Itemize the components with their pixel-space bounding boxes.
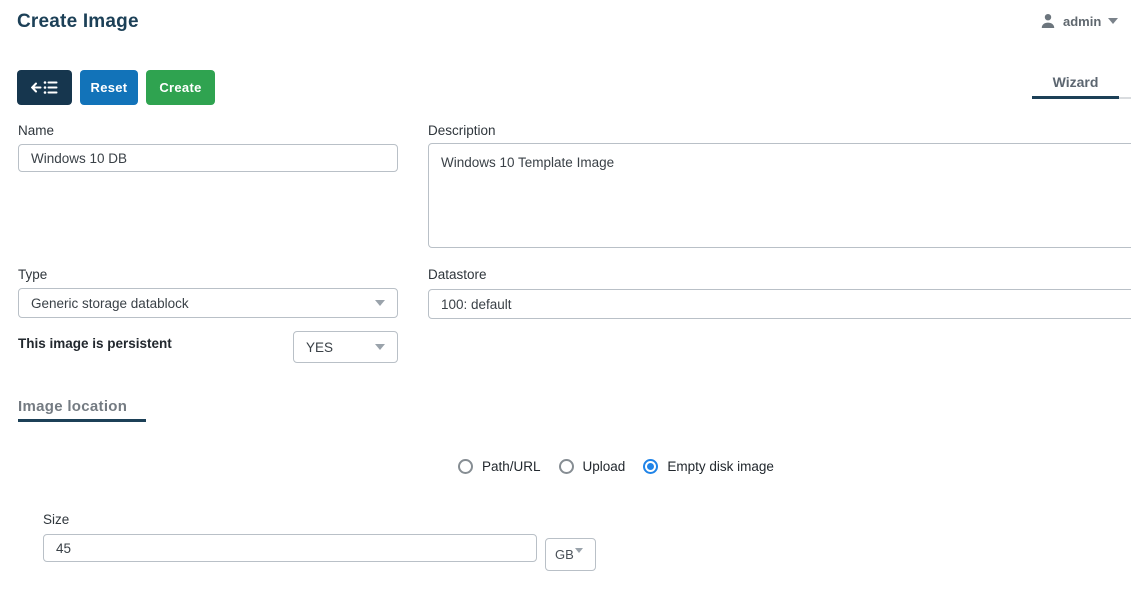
image-location-underline: [18, 419, 146, 422]
description-label: Description: [428, 123, 496, 138]
user-menu[interactable]: admin: [1040, 13, 1119, 29]
create-button[interactable]: Create: [146, 70, 215, 105]
size-unit-caret-icon: [574, 548, 583, 553]
user-icon: [1040, 13, 1056, 29]
radio-upload[interactable]: Upload: [558, 459, 626, 474]
size-input[interactable]: [43, 534, 537, 562]
type-select[interactable]: Generic storage datablock: [18, 288, 398, 318]
persistent-label: This image is persistent: [18, 336, 172, 351]
description-textarea[interactable]: Windows 10 Template Image: [428, 143, 1131, 248]
create-image-page: Create Image admin Reset Create Wizard N…: [0, 0, 1131, 589]
image-location-title: Image location: [18, 398, 128, 415]
user-name: admin: [1063, 13, 1102, 29]
size-unit-value: GB: [555, 547, 574, 562]
back-to-list-icon: [31, 80, 58, 95]
page-title: Create Image: [17, 11, 139, 32]
datastore-label: Datastore: [428, 267, 487, 282]
radio-path-url-label: Path/URL: [482, 459, 541, 474]
image-location-radio-group: Path/URL Upload Empty disk image: [458, 459, 774, 474]
type-select-value: Generic storage datablock: [31, 295, 189, 311]
persistent-select[interactable]: YES: [293, 331, 398, 363]
radio-upload-icon[interactable]: [558, 459, 574, 474]
datastore-select-value: 100: default: [441, 296, 512, 312]
radio-path-url[interactable]: Path/URL: [458, 459, 541, 474]
radio-upload-label: Upload: [582, 459, 626, 474]
persistent-select-value: YES: [306, 339, 334, 355]
radio-empty-disk-image[interactable]: Empty disk image: [643, 459, 774, 474]
toolbar: Reset Create: [17, 70, 215, 105]
back-to-list-button[interactable]: [17, 70, 72, 105]
reset-button[interactable]: Reset: [80, 70, 138, 105]
persistent-select-caret-icon: [375, 344, 385, 350]
tab-wizard-underline: [1032, 96, 1119, 99]
tab-bar-border: [1119, 97, 1131, 99]
radio-empty-disk-image-label: Empty disk image: [667, 459, 774, 474]
name-input[interactable]: [18, 144, 398, 172]
datastore-select[interactable]: 100: default: [428, 289, 1131, 319]
name-label: Name: [18, 123, 55, 138]
tab-wizard[interactable]: Wizard: [1032, 74, 1119, 90]
type-label: Type: [18, 267, 48, 282]
size-label: Size: [43, 512, 70, 527]
size-unit-select[interactable]: GB: [545, 538, 596, 571]
user-caret-icon: [1108, 18, 1119, 24]
radio-path-url-icon[interactable]: [458, 459, 473, 474]
radio-empty-disk-image-icon[interactable]: [643, 459, 659, 474]
type-select-caret-icon: [375, 300, 385, 306]
